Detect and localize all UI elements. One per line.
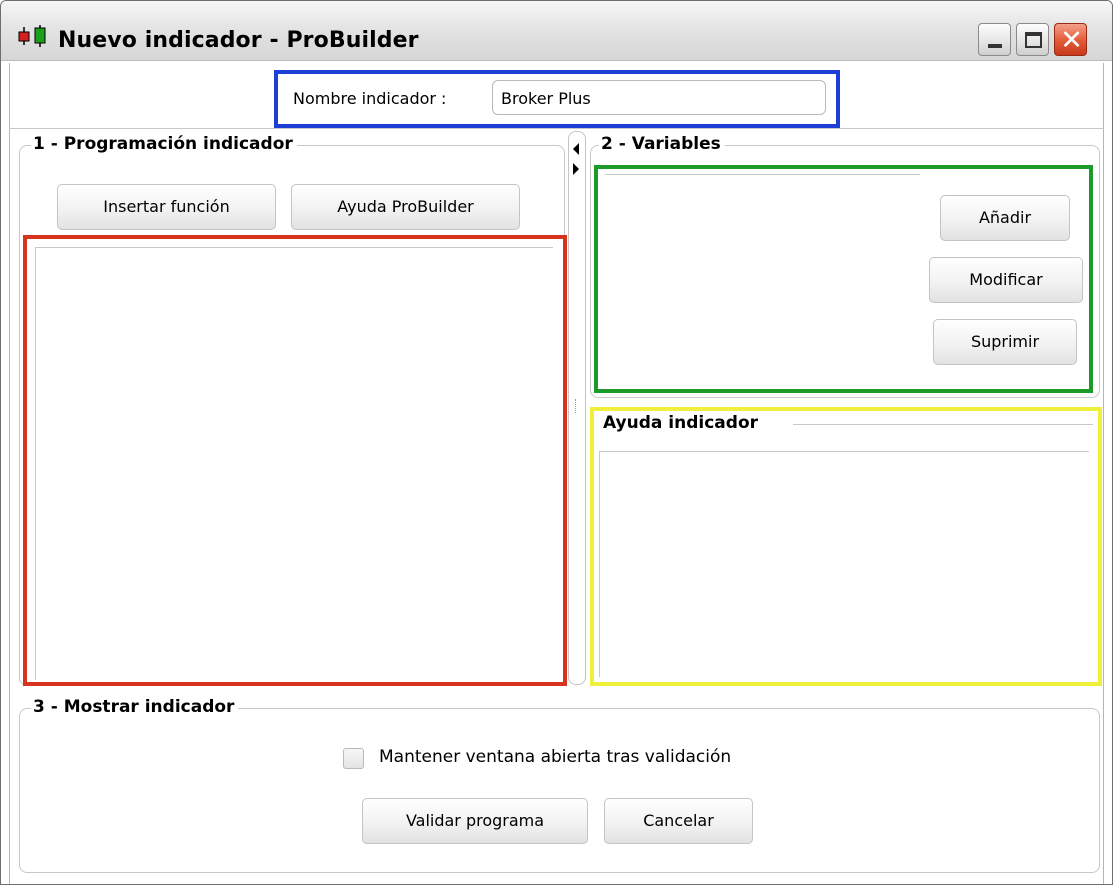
help-title-line	[793, 424, 1093, 425]
variables-section-title: 2 - Variables	[599, 134, 725, 154]
title-bar[interactable]: Nuevo indicador - ProBuilder ✕	[1, 1, 1112, 61]
code-editor[interactable]	[23, 235, 567, 686]
programming-section-title: 1 - Programación indicador	[31, 134, 297, 154]
indicator-help-text[interactable]	[599, 451, 1089, 677]
collapse-left-icon[interactable]	[573, 143, 579, 155]
keep-open-label[interactable]: Mantener ventana abierta tras validación	[379, 747, 731, 767]
code-editor-text[interactable]	[35, 247, 553, 680]
window-title: Nuevo indicador - ProBuilder	[58, 28, 419, 53]
probuilder-help-button[interactable]: Ayuda ProBuilder	[291, 184, 520, 230]
candlestick-chart-icon	[18, 25, 46, 47]
collapse-right-icon[interactable]	[573, 163, 579, 175]
splitter-grip-icon[interactable]	[575, 399, 577, 413]
delete-variable-button[interactable]: Suprimir	[933, 319, 1077, 365]
minimize-icon	[988, 44, 1002, 48]
divider	[9, 128, 1104, 129]
cancel-button[interactable]: Cancelar	[604, 798, 753, 844]
probuilder-window: Nuevo indicador - ProBuilder ✕ Nombre in…	[0, 0, 1113, 885]
insert-function-button[interactable]: Insertar función	[57, 184, 276, 230]
indicator-name-input[interactable]: Broker Plus	[492, 80, 826, 115]
close-button[interactable]: ✕	[1054, 23, 1087, 56]
display-group	[19, 708, 1100, 873]
close-icon: ✕	[1060, 25, 1083, 56]
validate-program-button[interactable]: Validar programa	[362, 798, 588, 844]
minimize-button[interactable]	[978, 23, 1011, 56]
maximize-icon	[1025, 32, 1042, 48]
help-section-title: Ayuda indicador	[601, 413, 763, 433]
display-section-title: 3 - Mostrar indicador	[31, 697, 239, 717]
name-label: Nombre indicador :	[293, 89, 447, 108]
variables-list-header-line	[605, 174, 920, 175]
keep-open-checkbox[interactable]	[343, 748, 364, 769]
modify-variable-button[interactable]: Modificar	[929, 257, 1083, 303]
panel-splitter[interactable]	[568, 131, 586, 685]
add-variable-button[interactable]: Añadir	[940, 195, 1070, 241]
maximize-button[interactable]	[1016, 23, 1049, 56]
